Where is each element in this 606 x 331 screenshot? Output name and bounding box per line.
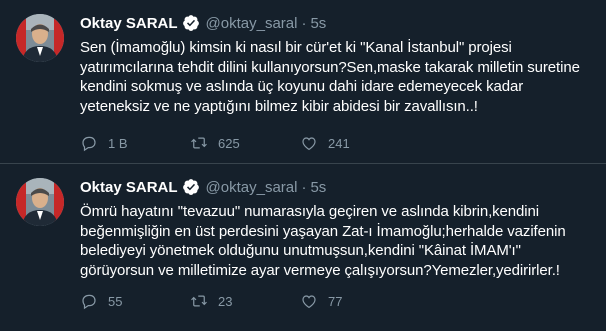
author-name[interactable]: Oktay SARAL	[80, 179, 178, 196]
reply-bubble-icon	[82, 136, 96, 152]
like-button[interactable]: 77	[300, 292, 410, 310]
reply-count: 55	[108, 293, 123, 309]
avatar[interactable]	[16, 14, 64, 62]
author-handle[interactable]: @oktay_saral	[206, 15, 298, 32]
author-handle[interactable]: @oktay_saral	[206, 179, 298, 196]
tweet-time[interactable]: 5s	[310, 179, 326, 196]
author-name[interactable]: Oktay SARAL	[80, 15, 178, 32]
tweet-2[interactable]: Oktay SARAL @oktay_saral · 5s Ömrü hayat…	[0, 164, 606, 331]
reply-button[interactable]: 1 B	[80, 134, 190, 152]
heart-icon	[302, 137, 316, 151]
heart-icon	[302, 295, 316, 309]
retweet-button[interactable]: 625	[190, 134, 300, 152]
like-count: 241	[328, 135, 350, 151]
tweet-header: Oktay SARAL @oktay_saral · 5s	[80, 177, 596, 197]
reply-count: 1 B	[108, 135, 128, 151]
separator: ·	[301, 14, 307, 32]
like-count: 77	[328, 293, 343, 309]
tweet-text: Sen (İmamoğlu) kimsin ki nasıl bir cür'e…	[80, 39, 580, 116]
tweet-1[interactable]: Oktay SARAL @oktay_saral · 5s Sen (İmamo…	[0, 0, 606, 164]
retweet-arrows-icon	[191, 137, 207, 149]
reply-button[interactable]: 55	[80, 292, 190, 310]
tweet-actions: 1 B 625 241	[80, 134, 410, 152]
tweet-header: Oktay SARAL @oktay_saral · 5s	[80, 13, 596, 33]
avatar[interactable]	[16, 178, 64, 226]
avatar-image	[16, 178, 64, 226]
verified-badge-icon	[182, 14, 200, 32]
retweet-count: 23	[218, 293, 233, 309]
retweet-button[interactable]: 23	[190, 292, 300, 310]
tweet-text: Ömrü hayatını "tevazuu" numarasıyla geçi…	[80, 203, 566, 280]
verified-badge-icon	[182, 178, 200, 196]
like-button[interactable]: 241	[300, 134, 410, 152]
retweet-arrows-icon	[191, 295, 207, 307]
tweet-time[interactable]: 5s	[310, 15, 326, 32]
avatar-image	[16, 14, 64, 62]
retweet-count: 625	[218, 135, 240, 151]
tweet-actions: 55 23 77	[80, 292, 410, 310]
separator: ·	[301, 178, 307, 196]
reply-bubble-icon	[82, 294, 96, 310]
